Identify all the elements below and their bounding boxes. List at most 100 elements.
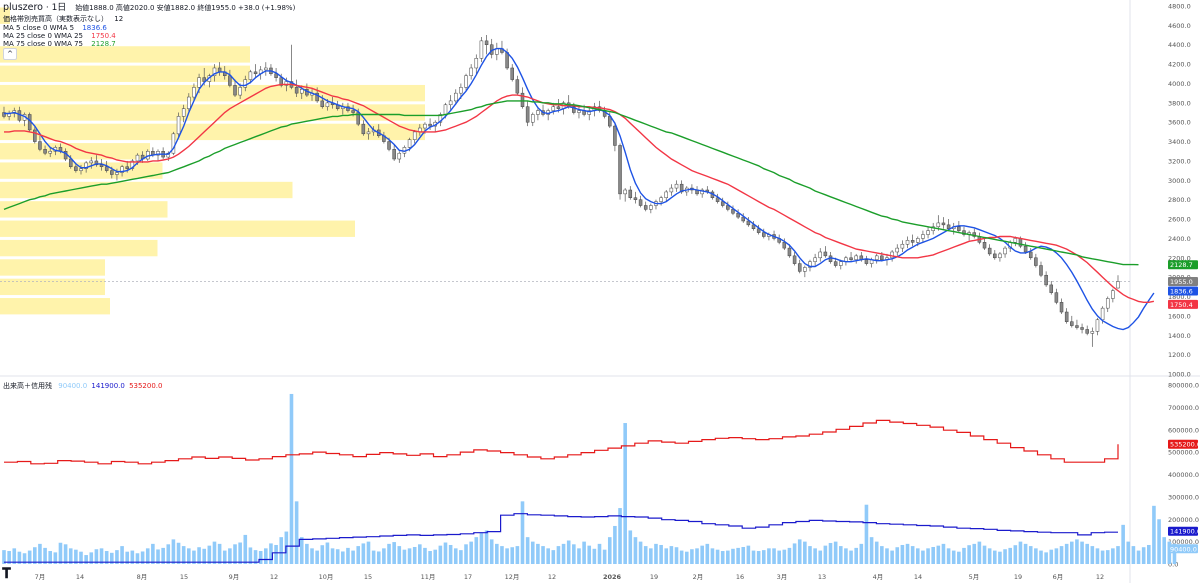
symbol-name[interactable]: pluszero bbox=[3, 2, 43, 13]
volume-bar bbox=[356, 546, 361, 564]
volume-bar bbox=[525, 537, 530, 564]
volume-bar bbox=[484, 530, 489, 564]
volume-bar bbox=[495, 543, 499, 564]
chevron-up-icon[interactable]: ^ bbox=[3, 48, 17, 60]
volume-bar bbox=[869, 537, 874, 564]
price-chart[interactable]: 4800.0 4600.0 4400.0 4200.0 4000.0 3800.0 3600… bbox=[0, 0, 1200, 583]
volume-bar bbox=[633, 537, 638, 564]
candle-body bbox=[474, 58, 479, 69]
volume-bar bbox=[1085, 543, 1089, 564]
candle-body bbox=[469, 67, 473, 76]
volume-bar bbox=[43, 547, 47, 564]
candle-body bbox=[849, 257, 853, 260]
candle-body bbox=[176, 116, 181, 135]
candle-body bbox=[905, 240, 910, 245]
volume-bar bbox=[880, 546, 884, 564]
interval-label[interactable]: 1日 bbox=[52, 3, 67, 13]
volume-bar bbox=[1049, 549, 1054, 564]
volume-bar bbox=[233, 544, 237, 564]
candle-body bbox=[669, 187, 674, 193]
price-tick-label: 4800.0 bbox=[1168, 3, 1191, 11]
volume-bar bbox=[366, 541, 371, 564]
volume-bar bbox=[181, 546, 186, 564]
volume-bar bbox=[638, 541, 643, 564]
candle-body bbox=[43, 149, 47, 154]
volume-bar bbox=[972, 543, 977, 564]
volume-bar bbox=[756, 551, 761, 564]
candle-body bbox=[412, 131, 417, 140]
candle-body bbox=[187, 96, 191, 109]
volume-bar bbox=[643, 546, 648, 564]
time-tick-label: 12 bbox=[548, 573, 556, 581]
candle-body bbox=[649, 205, 653, 210]
volume-bar bbox=[1100, 550, 1105, 564]
candle-body bbox=[38, 141, 42, 150]
candle-body bbox=[1085, 329, 1089, 334]
volume-bar bbox=[433, 549, 438, 564]
time-tick-label: 16 bbox=[736, 573, 744, 581]
ma5-label: MA 5 close 0 WMA 5 bbox=[3, 24, 75, 32]
volume-bar bbox=[715, 549, 720, 564]
time-tick-label: 14 bbox=[914, 573, 922, 581]
candle-body bbox=[510, 67, 514, 80]
candle-body bbox=[1090, 331, 1095, 334]
time-tick-label: 6月 bbox=[1053, 573, 1064, 581]
volume-bar bbox=[438, 545, 443, 564]
volume-bar bbox=[566, 540, 571, 564]
volume-bar bbox=[556, 546, 561, 564]
volume-bar bbox=[243, 534, 248, 564]
volume-bar bbox=[197, 547, 201, 564]
volume-bar bbox=[315, 550, 319, 564]
volume-bar bbox=[1023, 543, 1028, 564]
volume-bar bbox=[885, 548, 889, 564]
volume-profile-bar bbox=[0, 84, 425, 102]
volume-bar bbox=[992, 550, 997, 564]
volume-bar bbox=[746, 545, 751, 564]
volume-profile-bar bbox=[0, 278, 105, 296]
volume-bar bbox=[1131, 546, 1136, 564]
volume-bar bbox=[628, 530, 633, 564]
volume-bar bbox=[1003, 549, 1007, 564]
volume-bar bbox=[797, 539, 802, 564]
volume-bar bbox=[294, 501, 299, 564]
volume-bar bbox=[957, 551, 961, 564]
volume-bar bbox=[1034, 548, 1038, 564]
volume-bar bbox=[951, 550, 956, 564]
volume-tick-label: 300000.0 bbox=[1168, 493, 1199, 501]
candle-body bbox=[515, 79, 520, 94]
volume-pane-legend[interactable]: 出来高＋信用残 90400.0 141900.0 535200.0 bbox=[3, 382, 162, 391]
candle-body bbox=[294, 87, 299, 94]
time-tick-label: 15 bbox=[364, 573, 372, 581]
volume-bar bbox=[397, 546, 402, 564]
volume-bar bbox=[690, 549, 694, 564]
ma75-legend[interactable]: MA 75 close 0 WMA 75 2128.7 bbox=[3, 40, 116, 49]
candle-body bbox=[921, 234, 925, 239]
volume-bar bbox=[777, 550, 781, 564]
price-tick-label: 3800.0 bbox=[1168, 99, 1191, 107]
volume-bar bbox=[751, 550, 756, 564]
candle-body bbox=[864, 259, 869, 264]
volume-bar bbox=[325, 542, 330, 564]
volume-bar bbox=[161, 547, 165, 564]
volume-bar bbox=[1039, 550, 1043, 564]
volume-value-3: 535200.0 bbox=[129, 382, 163, 390]
volume-profile-legend[interactable]: 価格帯別売買高（実数表示なし） 12 bbox=[3, 15, 123, 24]
candle-body bbox=[525, 106, 530, 123]
candle-body bbox=[1095, 319, 1100, 332]
volume-bar bbox=[731, 548, 735, 564]
time-tick-label: 4月 bbox=[873, 573, 884, 581]
volume-tick-label: 700000.0 bbox=[1168, 404, 1199, 412]
volume-bar bbox=[505, 548, 509, 564]
volume-bar bbox=[1116, 546, 1120, 564]
candle-body bbox=[762, 232, 766, 237]
margin-sell-line bbox=[4, 513, 1118, 563]
candle-body bbox=[145, 151, 150, 160]
volume-bar bbox=[623, 423, 627, 564]
tradingview-logo[interactable]: 𝐓 bbox=[2, 566, 11, 582]
time-tick-label: 11月 bbox=[421, 573, 436, 581]
time-tick-label: 17 bbox=[464, 573, 472, 581]
volume-bar bbox=[33, 547, 37, 564]
candle-body bbox=[320, 100, 325, 107]
candle-body bbox=[228, 75, 232, 86]
volume-bar bbox=[695, 548, 699, 564]
